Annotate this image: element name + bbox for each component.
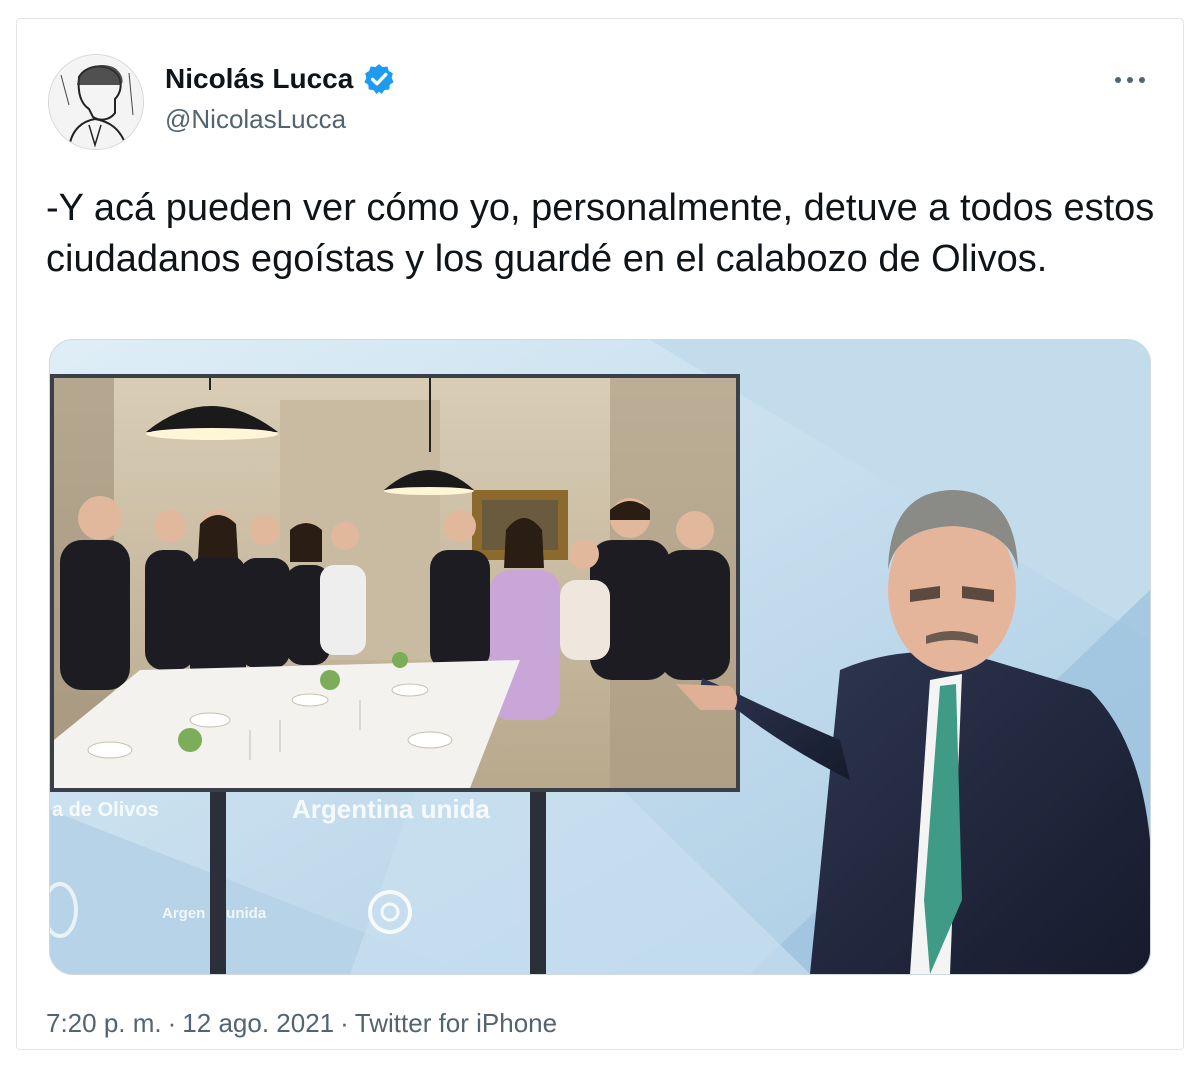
tweet-text: -Y acá pueden ver cómo yo, personalmente… xyxy=(46,187,1155,280)
tweet-meta: 7:20 p. m. · 12 ago. 2021 · Twitter for iPho… xyxy=(46,1008,558,1038)
tweet-source[interactable]: Twitter for iPhone xyxy=(355,1008,557,1038)
tweet-media-image[interactable]: a de Olivos Argentina unida Argen unida xyxy=(49,339,1151,975)
author-handle[interactable]: @NicolasLucca xyxy=(165,104,346,135)
author-display-name[interactable]: Nicolás Lucca xyxy=(165,63,353,95)
backdrop-caption-left: a de Olivos xyxy=(52,799,159,821)
more-options-icon[interactable] xyxy=(1108,60,1152,100)
verified-badge-icon xyxy=(364,64,394,94)
backdrop-caption-small: Argen unida xyxy=(162,905,267,922)
media-illustration: a de Olivos Argentina unida Argen unida xyxy=(50,340,1150,974)
tweet-time[interactable]: 7:20 p. m. xyxy=(46,1008,162,1038)
backdrop-caption-center: Argentina unida xyxy=(292,794,490,824)
tweet-date[interactable]: 12 ago. 2021 xyxy=(182,1008,334,1038)
author-avatar[interactable] xyxy=(48,54,144,150)
avatar-sketch xyxy=(49,55,143,149)
